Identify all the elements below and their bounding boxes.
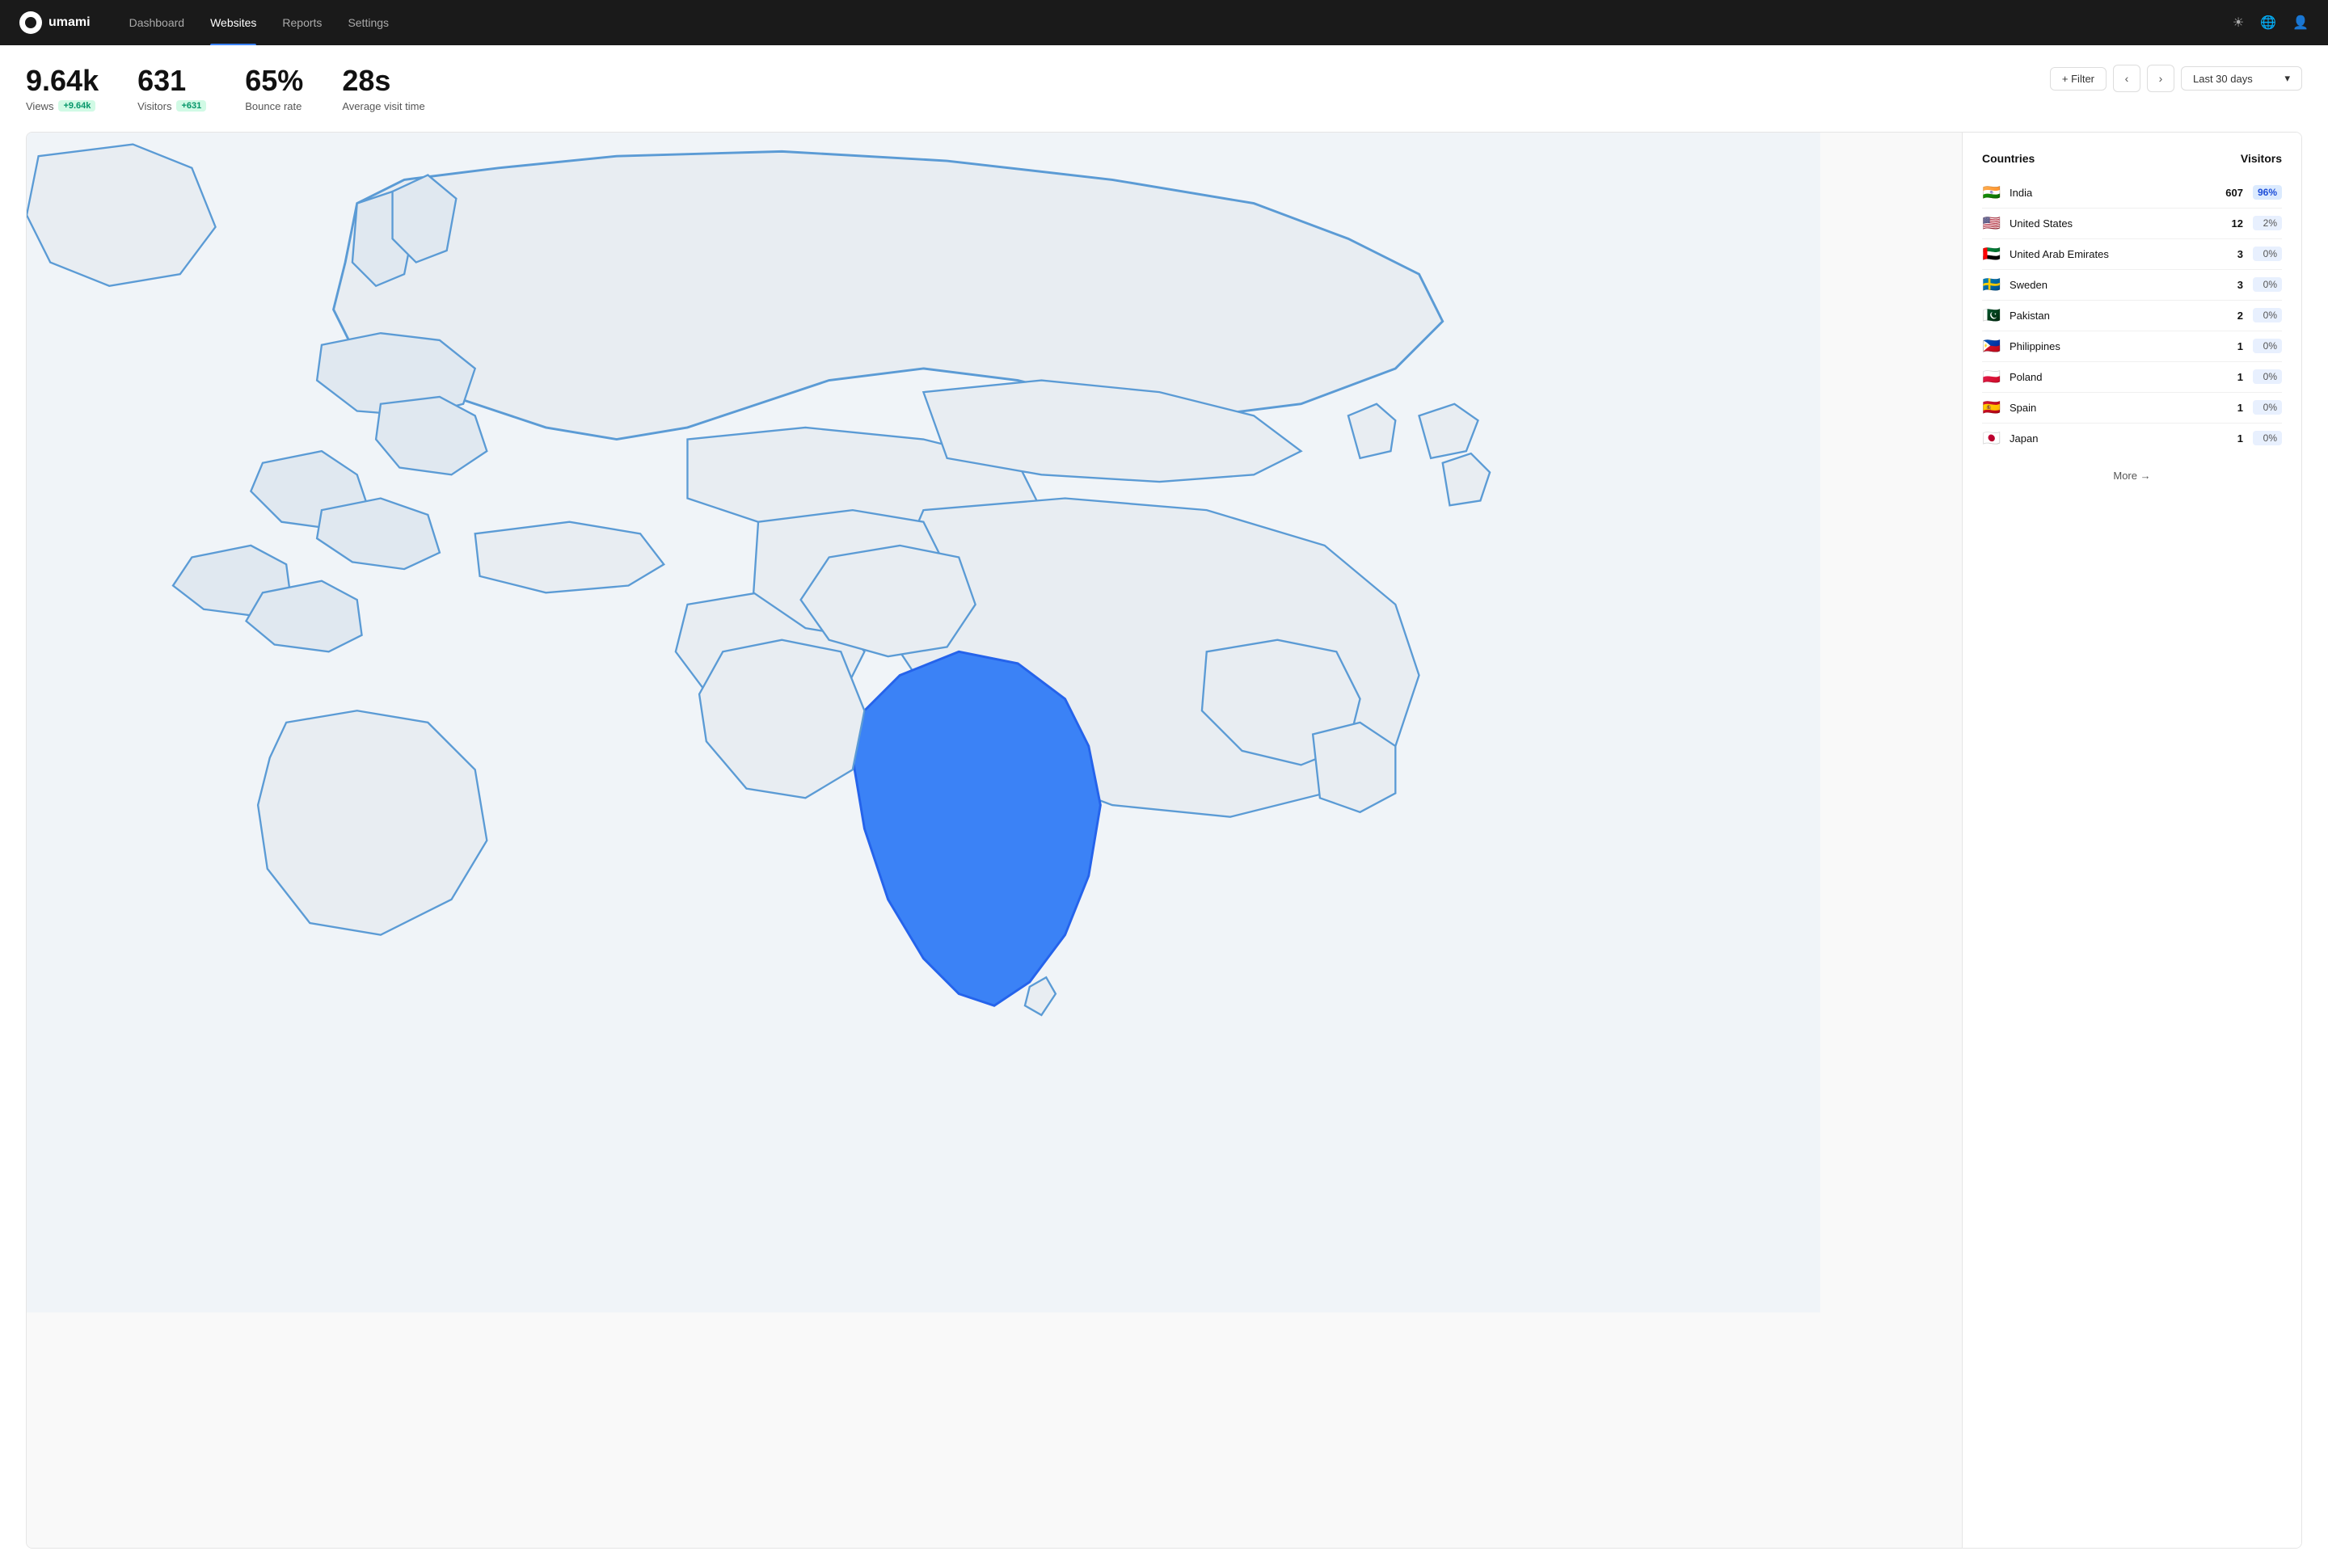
globe-icon[interactable]: 🌐 — [2260, 15, 2276, 31]
logo-icon — [19, 11, 42, 34]
logo-text: umami — [48, 15, 91, 30]
country-name: United States — [2010, 217, 2219, 230]
stat-visitors: 631 Visitors +631 — [137, 65, 206, 112]
country-flag: 🇮🇳 — [1982, 184, 2001, 201]
world-map-container — [27, 133, 1962, 1549]
table-row: 🇮🇳 India607 96% — [1982, 178, 2282, 209]
country-flag: 🇸🇪 — [1982, 276, 2001, 293]
countries-header: Countries — [1982, 152, 2035, 165]
countries-list: 🇮🇳India60796%🇺🇸United States122%🇦🇪United… — [1982, 178, 2282, 453]
country-count: 3 — [2219, 248, 2243, 260]
stat-bounce: 65% Bounce rate — [245, 65, 303, 112]
country-name: Sweden — [2010, 279, 2219, 291]
nav-right: ☀ 🌐 👤 — [2233, 15, 2309, 31]
country-name: Pakistan — [2010, 310, 2219, 322]
country-name: Spain — [2010, 402, 2219, 414]
table-row: 🇵🇰 Pakistan2 0% — [1982, 301, 2282, 331]
country-count: 1 — [2219, 340, 2243, 352]
toolbar: + Filter ‹ › Last 30 days ▾ — [2050, 65, 2302, 92]
theme-icon[interactable]: ☀ — [2233, 15, 2244, 31]
country-pct: 2% — [2253, 216, 2282, 230]
stat-visit-time-label: Average visit time — [342, 100, 424, 112]
stat-visitors-value: 631 — [137, 65, 206, 97]
country-count: 12 — [2219, 217, 2243, 230]
stats-row: 9.64k Views +9.64k 631 Visitors +631 65%… — [26, 65, 2302, 112]
table-row: 🇯🇵 Japan1 0% — [1982, 424, 2282, 453]
country-pct: 0% — [2253, 369, 2282, 384]
chevron-down-icon: ▾ — [2284, 72, 2290, 85]
country-count: 1 — [2219, 432, 2243, 445]
country-name: Japan — [2010, 432, 2219, 445]
country-flag: 🇵🇱 — [1982, 369, 2001, 386]
date-range-select[interactable]: Last 30 days ▾ — [2181, 66, 2302, 91]
country-name: Philippines — [2010, 340, 2219, 352]
country-pct: 0% — [2253, 247, 2282, 261]
table-row: 🇸🇪 Sweden3 0% — [1982, 270, 2282, 301]
stat-visitors-badge: +631 — [176, 100, 206, 112]
navbar: umami Dashboard Websites Reports Setting… — [0, 0, 2328, 45]
nav-settings[interactable]: Settings — [335, 0, 402, 45]
country-name: India — [2010, 187, 2219, 199]
country-pct: 0% — [2253, 308, 2282, 322]
country-name: United Arab Emirates — [2010, 248, 2219, 260]
table-row: 🇵🇱 Poland1 0% — [1982, 362, 2282, 393]
table-panel: Countries Visitors 🇮🇳 India607 96% 🇺🇸 United… — [1962, 133, 2301, 1549]
country-pct: 96% — [2253, 185, 2282, 200]
user-icon[interactable]: 👤 — [2292, 15, 2309, 31]
filter-button[interactable]: + Filter — [2050, 67, 2107, 91]
country-count: 2 — [2219, 310, 2243, 322]
nav-websites[interactable]: Websites — [197, 0, 269, 45]
country-count: 1 — [2219, 402, 2243, 414]
country-flag: 🇵🇰 — [1982, 307, 2001, 324]
stat-views-badge: +9.64k — [58, 100, 95, 112]
country-pct: 0% — [2253, 400, 2282, 415]
table-row: 🇺🇸 United States12 2% — [1982, 209, 2282, 239]
country-count: 3 — [2219, 279, 2243, 291]
country-flag: 🇵🇭 — [1982, 338, 2001, 355]
more-link[interactable]: More → — [1982, 470, 2282, 482]
country-flag: 🇪🇸 — [1982, 399, 2001, 416]
stat-visit-time: 28s Average visit time — [342, 65, 424, 112]
country-pct: 0% — [2253, 339, 2282, 353]
country-pct: 0% — [2253, 431, 2282, 445]
country-count: 607 — [2219, 187, 2243, 199]
stat-visitors-label: Visitors +631 — [137, 100, 206, 112]
stat-bounce-label: Bounce rate — [245, 100, 303, 112]
visitors-header: Visitors — [2241, 152, 2282, 165]
table-row: 🇵🇭 Philippines1 0% — [1982, 331, 2282, 362]
map-panel — [27, 133, 1962, 1549]
world-map-svg — [27, 133, 1962, 1549]
stat-views-label: Views +9.64k — [26, 100, 99, 112]
country-flag: 🇦🇪 — [1982, 246, 2001, 263]
country-pct: 0% — [2253, 277, 2282, 292]
stat-views-value: 9.64k — [26, 65, 99, 97]
stat-views: 9.64k Views +9.64k — [26, 65, 99, 112]
prev-arrow[interactable]: ‹ — [2113, 65, 2140, 92]
nav-reports[interactable]: Reports — [269, 0, 335, 45]
main-content: 9.64k Views +9.64k 631 Visitors +631 65%… — [0, 45, 2328, 1568]
table-row: 🇦🇪 United Arab Emirates3 0% — [1982, 239, 2282, 270]
logo: umami — [19, 11, 91, 34]
country-count: 1 — [2219, 371, 2243, 383]
table-header: Countries Visitors — [1982, 152, 2282, 165]
country-name: Poland — [2010, 371, 2219, 383]
nav-dashboard[interactable]: Dashboard — [116, 0, 198, 45]
table-row: 🇪🇸 Spain1 0% — [1982, 393, 2282, 424]
stat-bounce-value: 65% — [245, 65, 303, 97]
stat-visit-time-value: 28s — [342, 65, 424, 97]
content-area: Countries Visitors 🇮🇳 India607 96% 🇺🇸 United… — [26, 132, 2302, 1549]
next-arrow[interactable]: › — [2147, 65, 2174, 92]
country-flag: 🇯🇵 — [1982, 430, 2001, 447]
nav-links: Dashboard Websites Reports Settings — [116, 0, 402, 45]
country-flag: 🇺🇸 — [1982, 215, 2001, 232]
